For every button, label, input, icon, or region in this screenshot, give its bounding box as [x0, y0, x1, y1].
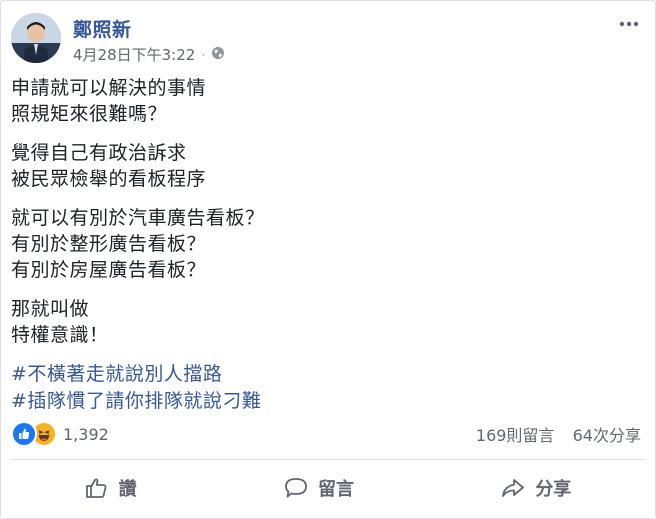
engagement-counts: 169則留言 64次分享: [476, 422, 641, 446]
like-button[interactable]: 讚: [65, 469, 157, 507]
post-text-line: 有別於整形廣告看板？: [11, 233, 207, 255]
share-button-label: 分享: [535, 479, 572, 500]
post-meta: 4月28日下午3:22 ·: [73, 44, 225, 65]
post-text-line: 覺得自己有政治訴求: [11, 142, 187, 164]
more-options-button[interactable]: [617, 15, 641, 33]
post-text-line: 有別於房屋廣告看板？: [11, 259, 207, 281]
post-text-line: 特權意識！: [11, 324, 109, 346]
hashtag-list: #不橫著走就說別人擋路 #插隊慣了請你排隊就說刁難: [11, 361, 611, 415]
reactions-summary[interactable]: 1,392: [11, 421, 109, 447]
post-text-line: 那就叫做: [11, 298, 90, 320]
ellipsis-icon: [619, 21, 639, 27]
avatar-image: [11, 13, 61, 63]
paragraph: 就可以有別於汽車廣告看板？ 有別於整形廣告看板？ 有別於房屋廣告看板？: [11, 205, 611, 283]
post-body: 申請就可以解決的事情 照規矩來很難嗎？ 覺得自己有政治訴求 被民眾檢舉的看板程序…: [11, 75, 611, 415]
comment-button[interactable]: 留言: [264, 469, 374, 507]
post-text-line: 照規矩來很難嗎？: [11, 103, 168, 125]
paragraph: 申請就可以解決的事情 照規矩來很難嗎？: [11, 75, 611, 127]
paragraph: 覺得自己有政治訴求 被民眾檢舉的看板程序: [11, 140, 611, 192]
post-actions: 讚 留言 分享: [11, 463, 645, 513]
divider: [11, 459, 645, 460]
post-text-line: 申請就可以解決的事情: [11, 77, 207, 99]
comments-count-link[interactable]: 169則留言: [476, 426, 555, 445]
comment-bubble-icon: [285, 478, 307, 498]
meta-separator: ·: [201, 47, 206, 62]
like-icon: [11, 421, 37, 447]
comment-button-label: 留言: [317, 479, 354, 500]
hashtag-link[interactable]: #不橫著走就說別人擋路: [11, 361, 611, 388]
shares-count-link[interactable]: 64次分享: [573, 426, 641, 445]
post-card: 鄭照新 4月28日下午3:22 · 申請就可以解決的事情 照規矩來很難嗎？ 覺得…: [0, 0, 656, 519]
post-text-line: 就可以有別於汽車廣告看板？: [11, 207, 265, 229]
post-timestamp[interactable]: 4月28日下午3:22: [73, 44, 195, 65]
avatar[interactable]: [11, 13, 61, 63]
hashtag-link[interactable]: #插隊慣了請你排隊就說刁難: [11, 388, 611, 415]
globe-icon[interactable]: [211, 46, 225, 64]
post-stats: 1,392 169則留言 64次分享: [11, 419, 641, 449]
thumbs-up-icon: [85, 478, 107, 498]
post-header: 鄭照新 4月28日下午3:22 ·: [11, 11, 645, 65]
author-name[interactable]: 鄭照新: [73, 15, 132, 42]
like-button-label: 讚: [118, 479, 137, 500]
share-button[interactable]: 分享: [481, 469, 591, 507]
paragraph: 那就叫做 特權意識！: [11, 296, 611, 348]
post-text-line: 被民眾檢舉的看板程序: [11, 168, 207, 190]
reaction-count: 1,392: [63, 424, 109, 444]
share-arrow-icon: [502, 479, 525, 497]
